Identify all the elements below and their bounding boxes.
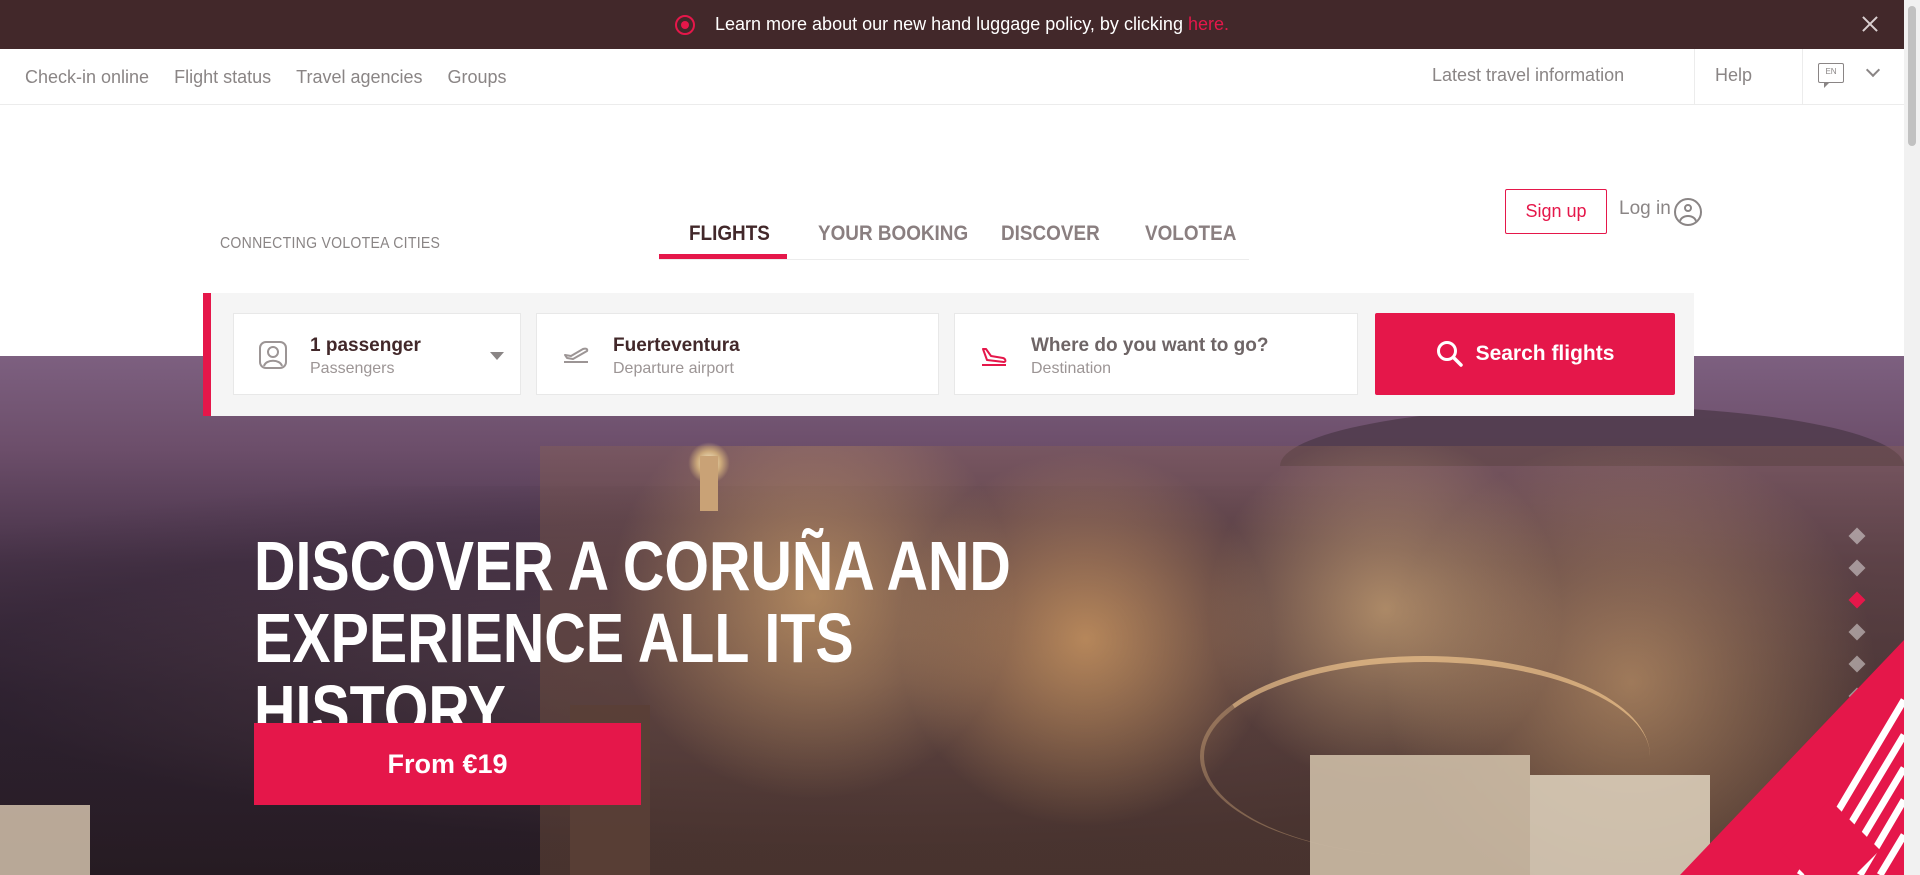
departure-label: Departure airport [613,360,734,377]
sign-up-button[interactable]: Sign up [1505,189,1607,234]
announcement-text: Learn more about our new hand luggage po… [715,14,1183,34]
passenger-icon [259,341,287,369]
page-scrollbar[interactable] [1904,0,1920,875]
tab-flights[interactable]: FLIGHTS [689,222,770,246]
divider [1802,49,1803,105]
hero-headline: DISCOVER A CORUÑA AND EXPERIENCE ALL ITS… [254,530,1074,746]
user-icon[interactable] [1674,198,1702,226]
carousel-dot[interactable] [1848,527,1866,545]
announcement-bar: Learn more about our new hand luggage po… [0,0,1904,49]
carousel-dot-active[interactable] [1848,591,1866,609]
landing-icon [982,348,1007,366]
language-selector[interactable]: EN [1818,61,1888,91]
tab-volotea[interactable]: VOLOTEA [1145,222,1236,246]
passengers-field[interactable]: 1 passenger Passengers [233,313,521,395]
announcement-link[interactable]: here. [1188,14,1229,35]
takeoff-icon [564,347,589,363]
destination-label: Destination [1031,360,1112,377]
record-icon [675,14,695,35]
carousel-dot[interactable] [1848,559,1866,577]
carousel-dot[interactable] [1848,623,1866,641]
nav-groups[interactable]: Groups [448,67,507,88]
help-link[interactable]: Help [1715,65,1752,86]
log-in-link[interactable]: Log in [1619,198,1671,220]
lighthouse-image [700,456,718,511]
latest-travel-info-link[interactable]: Latest travel information [1432,65,1624,86]
search-icon [1436,341,1463,367]
active-tab-indicator [659,254,787,259]
destination-field[interactable]: Where do you want to go? Destination [954,313,1358,395]
search-flights-button[interactable]: Search flights [1375,313,1675,395]
decorative-stripes [1680,640,1904,875]
utility-nav-links: Check-in online Flight status Travel age… [25,49,507,105]
passengers-label: Passengers [310,360,395,377]
brand-tagline: CONNECTING VOLOTEA CITIES [220,235,441,252]
passengers-value: 1 passenger [310,335,421,356]
close-icon[interactable] [1858,12,1882,36]
departure-value: Fuerteventura [613,335,740,356]
dropdown-caret-icon [490,352,504,360]
tab-discover[interactable]: DISCOVER [1001,222,1100,246]
departure-airport-field[interactable]: Fuerteventura Departure airport [536,313,939,395]
search-flights-label: Search flights [1475,342,1615,365]
nav-checkin-online[interactable]: Check-in online [25,67,149,88]
main-tabs: FLIGHTS YOUR BOOKING DISCOVER VOLOTEA [659,218,1249,260]
from-price-button[interactable]: From €19 [254,723,641,805]
hero-headline-line-1: DISCOVER A CORUÑA AND [254,527,1011,605]
divider [1694,49,1695,105]
chevron-down-icon [1865,62,1881,78]
flight-search-panel: 1 passenger Passengers Fuerteventura Dep… [203,293,1694,416]
tab-your-booking[interactable]: YOUR BOOKING [818,222,968,246]
nav-flight-status[interactable]: Flight status [174,67,271,88]
scrollbar-thumb[interactable] [1908,6,1916,146]
utility-nav: Check-in online Flight status Travel age… [0,49,1904,105]
nav-travel-agencies[interactable]: Travel agencies [296,67,422,88]
chat-bubble-icon: EN [1818,63,1844,88]
destination-value: Where do you want to go? [1031,335,1269,356]
